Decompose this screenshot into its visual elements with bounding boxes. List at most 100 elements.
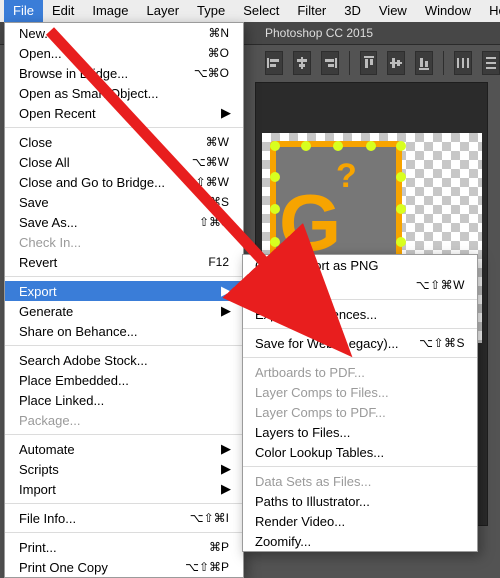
file-menu-close-and-go-to-bridge[interactable]: Close and Go to Bridge...⇧⌘W [5,172,243,192]
menu-item-shortcut: ⌥⇧⌘I [190,511,229,525]
file-menu-generate[interactable]: Generate▶ [5,301,243,321]
align-center-h-icon[interactable] [293,51,311,75]
menubar-item-view[interactable]: View [370,0,416,22]
export-menu-render-video[interactable]: Render Video... [243,511,477,531]
menu-item-label: Open Recent [19,106,221,121]
menu-item-shortcut: ⇧⌘S [199,215,229,229]
menu-item-label: Revert [19,255,200,270]
menubar-item-edit[interactable]: Edit [43,0,83,22]
file-menu-open[interactable]: Open...⌘O [5,43,243,63]
file-menu-share-on-behance[interactable]: Share on Behance... [5,321,243,341]
selection-handle[interactable] [396,141,406,151]
menu-separator [5,345,243,346]
file-menu-print[interactable]: Print...⌘P [5,537,243,557]
export-menu-layers-to-files[interactable]: Layers to Files... [243,422,477,442]
align-left-icon[interactable] [265,51,283,75]
menubar-item-filter[interactable]: Filter [288,0,335,22]
menubar-item-file[interactable]: File [4,0,43,22]
file-menu-print-one-copy[interactable]: Print One Copy ⌥⇧⌘P [5,557,243,577]
file-menu-save[interactable]: Save⌘S [5,192,243,212]
selection-handle[interactable] [270,141,280,151]
file-menu-new[interactable]: New...⌘N [5,23,243,43]
align-bottom-icon[interactable] [415,51,433,75]
export-submenu: Quick Export as PNGExport As...⌥⇧⌘WExpor… [242,254,478,552]
selection-handle[interactable] [366,141,376,151]
menubar-item-image[interactable]: Image [83,0,137,22]
export-menu-quick-export-as-png[interactable]: Quick Export as PNG [243,255,477,275]
menu-separator [5,127,243,128]
selection-handle[interactable] [270,237,280,247]
align-right-icon[interactable] [321,51,339,75]
file-menu-open-recent[interactable]: Open Recent▶ [5,103,243,123]
menu-item-label: Generate [19,304,221,319]
menubar-item-layer[interactable]: Layer [138,0,189,22]
selection-handle[interactable] [333,141,343,151]
submenu-arrow-icon: ▶ [221,303,229,319]
menu-item-label: Close All [19,155,184,170]
file-menu: New...⌘NOpen...⌘OBrowse in Bridge...⌥⌘OO… [4,22,244,578]
menu-item-label: Export As... [255,278,408,293]
menu-item-label: Place Embedded... [19,373,229,388]
selection-handle[interactable] [396,172,406,182]
file-menu-place-embedded[interactable]: Place Embedded... [5,370,243,390]
menubar-item-window[interactable]: Window [416,0,480,22]
file-menu-file-info[interactable]: File Info... ⌥⇧⌘I [5,508,243,528]
file-menu-place-linked[interactable]: Place Linked... [5,390,243,410]
menu-item-shortcut: ⌘O [208,46,229,60]
selection-handle[interactable] [270,172,280,182]
menu-item-shortcut: F12 [208,255,229,269]
menubar-item-type[interactable]: Type [188,0,234,22]
menu-item-label: Layer Comps to PDF... [255,405,465,420]
file-menu-revert[interactable]: Revert F12 [5,252,243,272]
export-menu-zoomify[interactable]: Zoomify... [243,531,477,551]
menu-item-shortcut: ⌘N [208,26,229,40]
menu-item-label: Share on Behance... [19,324,229,339]
menu-item-shortcut: ⌥⇧⌘P [185,560,229,574]
file-menu-close[interactable]: Close⌘W [5,132,243,152]
menu-separator [243,466,477,467]
menu-separator [5,532,243,533]
file-menu-browse-in-bridge[interactable]: Browse in Bridge...⌥⌘O [5,63,243,83]
selection-handle[interactable] [396,237,406,247]
menu-item-label: Print One Copy [19,560,177,575]
menubar-item-help[interactable]: Help [480,0,500,22]
export-menu-color-lookup-tables[interactable]: Color Lookup Tables... [243,442,477,462]
menu-item-label: Layer Comps to Files... [255,385,465,400]
selection-handle[interactable] [270,204,280,214]
menu-item-label: Close and Go to Bridge... [19,175,188,190]
file-menu-import[interactable]: Import▶ [5,479,243,499]
file-menu-close-all[interactable]: Close All ⌥⌘W [5,152,243,172]
file-menu-search-adobe-stock[interactable]: Search Adobe Stock... [5,350,243,370]
align-top-icon[interactable] [360,51,378,75]
menu-separator [243,299,477,300]
menu-item-label: Save for Web (Legacy)... [255,336,411,351]
menu-item-label: Export [19,284,221,299]
file-menu-export[interactable]: Export▶ [5,281,243,301]
menubar-item-3d[interactable]: 3D [335,0,370,22]
align-center-v-icon[interactable] [387,51,405,75]
menu-item-label: Color Lookup Tables... [255,445,465,460]
export-menu-export-as[interactable]: Export As...⌥⇧⌘W [243,275,477,295]
selection-handle[interactable] [301,141,311,151]
distribute-v-icon[interactable] [482,51,500,75]
menu-item-label: Export Preferences... [255,307,465,322]
menu-item-label: Zoomify... [255,534,465,549]
menu-separator [243,357,477,358]
menu-item-shortcut: ⌥⇧⌘S [419,336,465,350]
export-menu-paths-to-illustrator[interactable]: Paths to Illustrator... [243,491,477,511]
selection-handle[interactable] [396,204,406,214]
export-menu-export-preferences[interactable]: Export Preferences... [243,304,477,324]
menu-item-label: Print... [19,540,201,555]
file-menu-open-as-smart-object[interactable]: Open as Smart Object... [5,83,243,103]
file-menu-automate[interactable]: Automate▶ [5,439,243,459]
menu-item-label: Artboards to PDF... [255,365,465,380]
menu-item-shortcut: ⌥⌘W [192,155,229,169]
menu-item-label: File Info... [19,511,182,526]
menubar-item-select[interactable]: Select [234,0,288,22]
file-menu-save-as[interactable]: Save As...⇧⌘S [5,212,243,232]
distribute-h-icon[interactable] [454,51,472,75]
export-menu-layer-comps-to-pdf: Layer Comps to PDF... [243,402,477,422]
submenu-arrow-icon: ▶ [221,481,229,497]
export-menu-save-for-web-legacy[interactable]: Save for Web (Legacy)... ⌥⇧⌘S [243,333,477,353]
file-menu-scripts[interactable]: Scripts▶ [5,459,243,479]
